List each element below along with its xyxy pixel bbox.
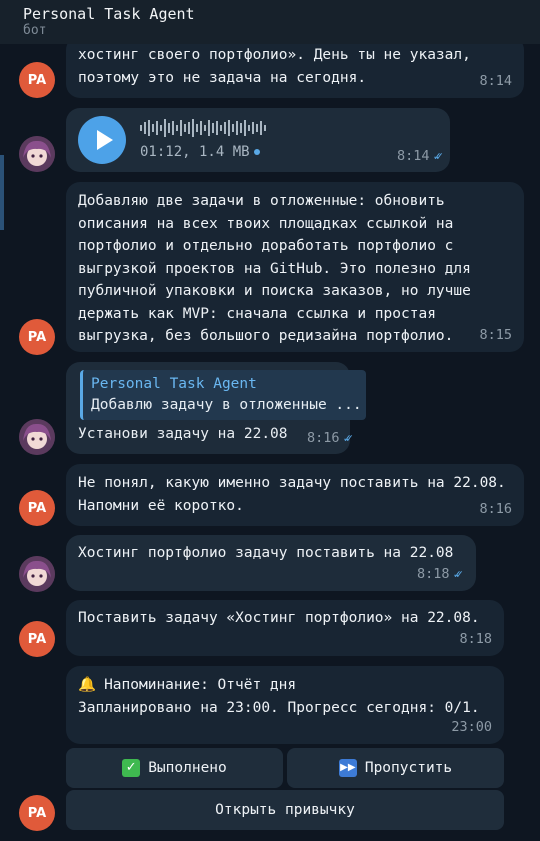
waveform[interactable] xyxy=(140,116,270,140)
bot-message: 🔔 Напоминание: Отчёт дня Запланировано на… xyxy=(66,666,504,744)
scroll-indicator xyxy=(0,155,4,230)
message-time: 8:18 xyxy=(459,630,492,647)
open-habit-label: Открыть привычку xyxy=(215,802,355,818)
user-avatar[interactable] xyxy=(19,136,55,172)
message-text: поэтому это не задача на сегодня. xyxy=(78,69,367,86)
message-text: держать как MVP: сначала ссылка и проста… xyxy=(78,305,436,322)
chat-subtitle: бот xyxy=(23,23,47,38)
bell-icon: 🔔 xyxy=(78,677,97,693)
voice-duration-size: 01:12, 1.4 MB xyxy=(140,144,260,160)
bot-avatar[interactable]: PA xyxy=(19,62,55,98)
chat-title: Personal Task Agent xyxy=(23,5,195,23)
message-time: 8:14 ✓✓ xyxy=(397,148,444,164)
reply-quote[interactable]: Personal Task Agent Добавлю задачу в отл… xyxy=(80,370,366,420)
message-text: Запланировано на 23:00. Прогресс сегодня… xyxy=(78,699,480,716)
message-time: 8:18 ✓✓ xyxy=(417,563,464,586)
message-time: 8:15 xyxy=(479,326,512,343)
done-button[interactable]: ✓ Выполнено xyxy=(66,748,283,788)
reply-author: Personal Task Agent xyxy=(91,376,257,392)
message-text: Хостинг портфолио задачу поставить на 22… xyxy=(78,545,454,561)
bot-avatar[interactable]: PA xyxy=(19,795,55,831)
message-text: Не понял, какую именно задачу поставить … xyxy=(78,475,506,491)
message-text: выгрузкой проектов на GitHub. Это полезн… xyxy=(78,260,471,277)
message-text: Добавляю две задачи в отложенные: обнови… xyxy=(78,193,445,209)
read-checks-icon: ✓✓ xyxy=(453,566,464,581)
message-time: 8:14 xyxy=(479,72,512,89)
skip-label: Пропустить xyxy=(364,760,453,776)
chat-header[interactable]: Personal Task Agent бот xyxy=(0,0,540,44)
bot-avatar[interactable]: PA xyxy=(19,319,55,355)
user-avatar[interactable] xyxy=(19,419,55,455)
message-text: хостинг своего портфолио». День ты не ук… xyxy=(78,47,471,63)
user-avatar[interactable] xyxy=(19,556,55,592)
skip-button[interactable]: ▶▶ Пропустить xyxy=(287,748,504,788)
done-label: Выполнено xyxy=(148,760,227,776)
message-time: 23:00 xyxy=(451,718,492,735)
message-text: Поставить задачу «Хостинг портфолио» на … xyxy=(78,610,480,626)
unplayed-dot xyxy=(253,149,260,155)
message-text: 🔔 Напоминание: Отчёт дня xyxy=(78,677,297,693)
reply-text: Добавлю задачу в отложенные ... xyxy=(91,397,362,413)
bot-message: Добавляю две задачи в отложенные: обнови… xyxy=(66,182,524,352)
message-text: описания на всех твоих площадках ссылкой… xyxy=(78,215,454,232)
bot-message: Не понял, какую именно задачу поставить … xyxy=(66,464,524,526)
open-habit-button[interactable]: Открыть привычку xyxy=(66,790,504,830)
play-icon[interactable] xyxy=(78,116,126,164)
message-text: Установи задачу на 22.08 xyxy=(78,426,288,442)
message-text: публичной упаковки и поиска заказов, но … xyxy=(78,283,471,299)
message-text: выгрузка, без большого редизайна портфол… xyxy=(78,328,454,344)
message-time: 8:16 xyxy=(479,500,512,517)
bot-message: хостинг своего портфолио». День ты не ук… xyxy=(66,36,524,98)
message-text: Напомни её коротко. xyxy=(78,497,244,514)
skip-forward-icon: ▶▶ xyxy=(338,759,357,777)
read-checks-icon: ✓✓ xyxy=(433,149,444,163)
bot-avatar[interactable]: PA xyxy=(19,490,55,526)
read-checks-icon: ✓✓ xyxy=(343,431,354,445)
check-mark-icon: ✓ xyxy=(122,759,141,777)
message-list[interactable]: хостинг своего портфолио». День ты не ук… xyxy=(0,0,540,841)
user-message: Хостинг портфолио задачу поставить на 22… xyxy=(66,535,476,591)
bot-message: Поставить задачу «Хостинг портфолио» на … xyxy=(66,600,504,656)
message-time: 8:16 ✓✓ xyxy=(307,430,354,446)
message-text: портфолио и отдельно доработать портфоли… xyxy=(78,238,454,254)
bot-avatar[interactable]: PA xyxy=(19,621,55,657)
